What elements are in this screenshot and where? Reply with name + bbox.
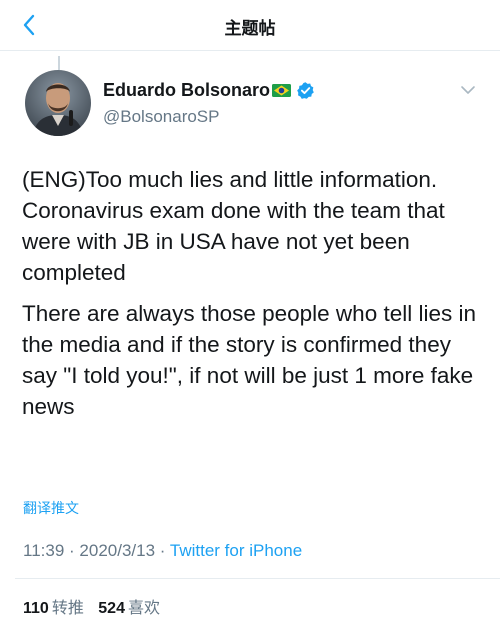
author-handle[interactable]: @BolsonaroSP: [103, 107, 220, 127]
tweet-stats: 110 转推 524 喜欢: [23, 594, 170, 618]
page-title: 主题帖: [224, 19, 276, 39]
verified-badge-icon: [297, 82, 314, 99]
retweet-label: 转推: [51, 598, 84, 617]
like-count: 524: [98, 600, 125, 617]
tweet-time: 11:39: [23, 541, 65, 560]
top-bar: 主题帖: [0, 0, 500, 51]
meta-separator: ·: [69, 541, 75, 560]
tweet-paragraph: There are always those people who tell l…: [22, 301, 476, 419]
tweet-source-link[interactable]: Twitter for iPhone: [170, 541, 302, 560]
avatar-photo: [25, 70, 91, 136]
translate-tweet-link[interactable]: 翻译推文: [23, 498, 79, 518]
meta-separator: ·: [159, 541, 166, 560]
tweet-text: (ENG)Too much lies and little informatio…: [22, 164, 488, 432]
thread-connector-line: [58, 56, 60, 70]
divider: [15, 578, 500, 579]
tweet-date: 2020/3/13: [79, 541, 156, 560]
chevron-down-icon[interactable]: [458, 82, 478, 98]
avatar[interactable]: [25, 70, 91, 136]
tweet-paragraph: (ENG)Too much lies and little informatio…: [22, 167, 445, 285]
tweet-metadata: 11:39 · 2020/3/13 · Twitter for iPhone: [23, 541, 302, 561]
retweet-count: 110: [23, 600, 49, 617]
retweets-stat[interactable]: 110 转推: [23, 598, 88, 617]
author-display-name[interactable]: Eduardo Bolsonaro: [103, 80, 270, 101]
author-name-row[interactable]: Eduardo Bolsonaro: [103, 80, 315, 101]
like-label: 喜欢: [127, 598, 160, 617]
brazil-flag-icon: [272, 84, 292, 97]
likes-stat[interactable]: 524 喜欢: [98, 598, 160, 617]
